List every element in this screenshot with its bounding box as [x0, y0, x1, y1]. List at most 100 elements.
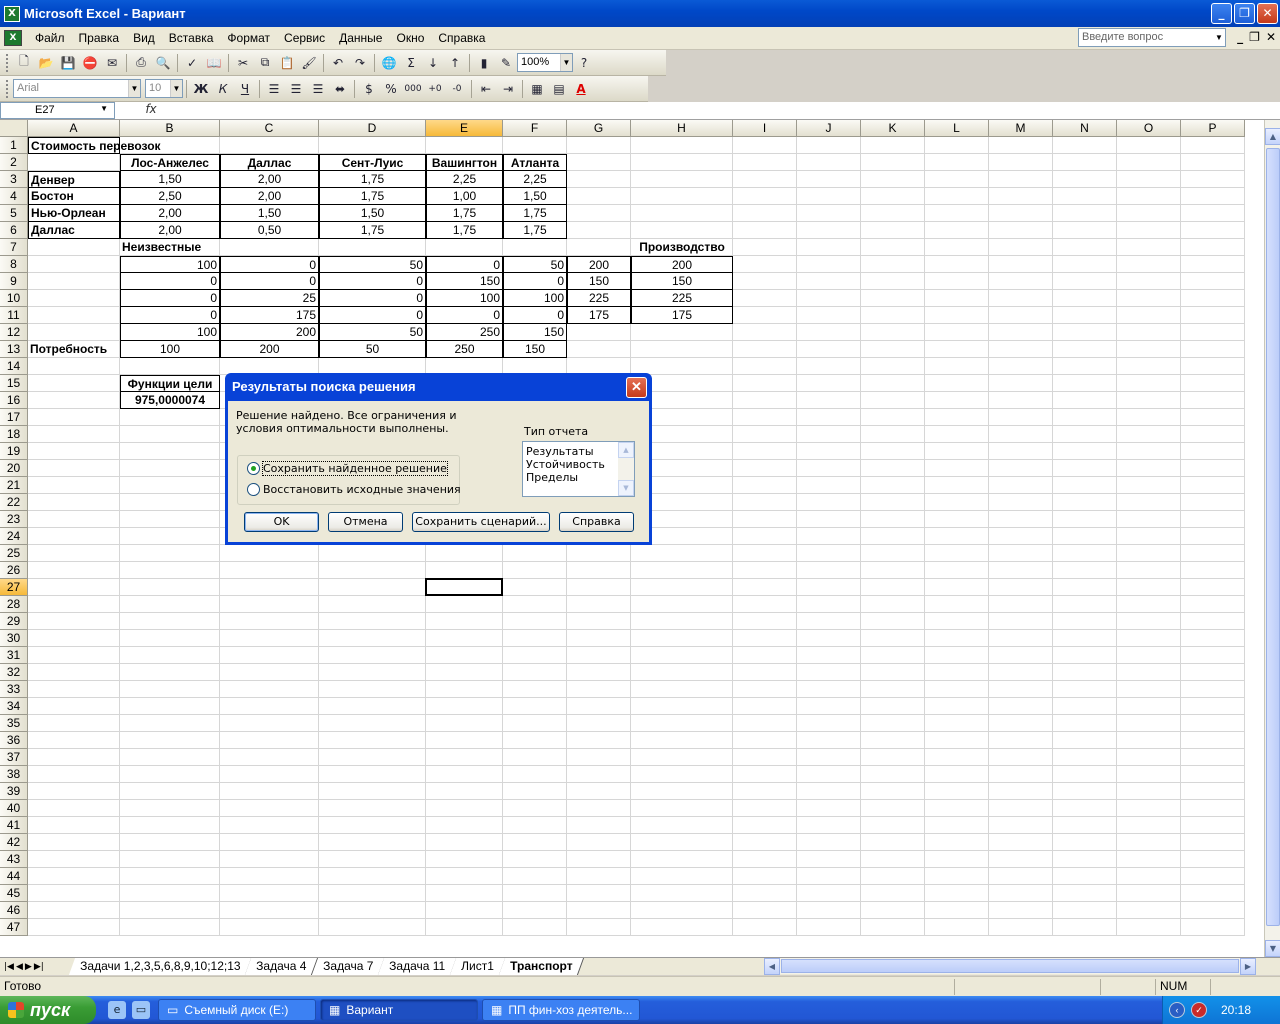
chevron-down-icon[interactable]: ▼ [170, 80, 182, 97]
column-header[interactable]: M [989, 120, 1053, 137]
cell[interactable]: 2,00 [120, 205, 220, 222]
show-desktop-icon[interactable]: ▭ [132, 1001, 150, 1019]
minimize-button[interactable]: _ [1211, 3, 1232, 24]
toolbar-grip[interactable] [6, 53, 9, 72]
cell[interactable]: 225 [631, 290, 733, 307]
cell[interactable]: Вашингтон [426, 154, 503, 171]
cell[interactable]: 2,00 [220, 188, 319, 205]
cell[interactable]: 50 [319, 256, 426, 273]
cell[interactable]: 0 [319, 273, 426, 290]
row-header[interactable]: 20 [0, 460, 28, 477]
cell[interactable]: 0 [426, 256, 503, 273]
scroll-down-icon[interactable]: ▼ [618, 480, 634, 496]
row-header[interactable]: 42 [0, 834, 28, 851]
chevron-down-icon[interactable]: ▼ [560, 54, 572, 71]
cell[interactable]: 0 [120, 290, 220, 307]
list-scrollbar[interactable]: ▲ ▼ [618, 442, 634, 496]
cell[interactable]: 1,75 [426, 222, 503, 239]
row-header[interactable]: 1 [0, 137, 28, 154]
cell[interactable]: Нью-Орлеан [28, 205, 120, 222]
align-right-icon[interactable]: ☰ [308, 79, 328, 99]
column-header[interactable]: H [631, 120, 733, 137]
font-size-select[interactable]: 10 ▼ [145, 79, 183, 98]
cell[interactable]: 0 [220, 256, 319, 273]
row-header[interactable]: 24 [0, 528, 28, 545]
keep-solution-radio[interactable]: Сохранить найденное решение [247, 461, 448, 476]
scroll-down-icon[interactable]: ▼ [1265, 940, 1280, 957]
row-header[interactable]: 35 [0, 715, 28, 732]
cell[interactable]: 2,00 [120, 222, 220, 239]
column-header[interactable]: B [120, 120, 220, 137]
column-header[interactable]: J [797, 120, 861, 137]
cell[interactable]: 1,75 [319, 222, 426, 239]
chevron-left-icon[interactable]: ‹ [1169, 1002, 1185, 1018]
cell[interactable]: 200 [631, 256, 733, 273]
cell[interactable]: 150 [503, 324, 567, 341]
menu-file[interactable]: Файл [28, 31, 72, 45]
column-header[interactable]: L [925, 120, 989, 137]
autosum-icon[interactable]: Σ [401, 53, 421, 73]
task-variant[interactable]: ▦ Вариант [320, 999, 478, 1021]
row-header[interactable]: 34 [0, 698, 28, 715]
internet-explorer-icon[interactable]: e [108, 1001, 126, 1019]
percent-icon[interactable]: % [381, 79, 401, 99]
row-header[interactable]: 29 [0, 613, 28, 630]
cell[interactable]: 250 [426, 341, 503, 358]
chart-wizard-icon[interactable]: ▮ [474, 53, 494, 73]
cell[interactable]: 100 [120, 256, 220, 273]
cell[interactable]: 0 [120, 307, 220, 324]
cell[interactable]: Сент-Луис [319, 154, 426, 171]
report-type-list[interactable]: Результаты Устойчивость Пределы ▲ ▼ [522, 441, 635, 497]
cut-icon[interactable]: ✂ [233, 53, 253, 73]
cell[interactable]: 100 [503, 290, 567, 307]
cell[interactable]: Лос-Анжелес [120, 154, 220, 171]
row-header[interactable]: 21 [0, 477, 28, 494]
restore-values-radio[interactable]: Восстановить исходные значения [247, 483, 461, 496]
help-icon[interactable]: ? [574, 53, 594, 73]
cell[interactable]: 1,75 [319, 188, 426, 205]
cell[interactable]: 150 [567, 273, 631, 290]
row-header[interactable]: 36 [0, 732, 28, 749]
prev-sheet-icon[interactable]: ◀ [16, 962, 23, 972]
row-header[interactable]: 27 [0, 579, 28, 596]
chevron-down-icon[interactable]: ▼ [100, 104, 108, 113]
new-icon[interactable]: 🗋 [14, 53, 34, 73]
row-header[interactable]: 37 [0, 749, 28, 766]
row-header[interactable]: 18 [0, 426, 28, 443]
row-header[interactable]: 41 [0, 817, 28, 834]
cell[interactable]: 1,75 [503, 222, 567, 239]
row-header[interactable]: 11 [0, 307, 28, 324]
row-header[interactable]: 33 [0, 681, 28, 698]
toolbar-grip[interactable] [6, 79, 9, 98]
decrease-indent-icon[interactable]: ⇤ [476, 79, 496, 99]
help-question-input[interactable]: Введите вопрос ▼ [1078, 28, 1226, 47]
cell[interactable]: 1,50 [319, 205, 426, 222]
cell[interactable]: 225 [567, 290, 631, 307]
column-header[interactable]: I [733, 120, 797, 137]
row-header[interactable]: 25 [0, 545, 28, 562]
active-cell[interactable] [425, 578, 503, 596]
restore-button[interactable]: ❐ [1234, 3, 1255, 24]
save-icon[interactable]: 💾 [58, 53, 78, 73]
workbook-restore-icon[interactable]: ❐ [1249, 30, 1260, 44]
cell[interactable]: 50 [503, 256, 567, 273]
row-header[interactable]: 5 [0, 205, 28, 222]
menu-insert[interactable]: Вставка [162, 31, 221, 45]
column-header[interactable]: C [220, 120, 319, 137]
cell[interactable]: 1,00 [426, 188, 503, 205]
cell[interactable]: 1,75 [503, 205, 567, 222]
cell[interactable]: 150 [426, 273, 503, 290]
row-header[interactable]: 39 [0, 783, 28, 800]
row-header[interactable]: 6 [0, 222, 28, 239]
cell[interactable]: 200 [567, 256, 631, 273]
row-header[interactable]: 12 [0, 324, 28, 341]
column-header[interactable]: O [1117, 120, 1181, 137]
cell[interactable]: Атланта [503, 154, 567, 171]
tab-sheet[interactable]: Задача 4 [245, 958, 319, 975]
first-sheet-icon[interactable]: |◀ [4, 962, 14, 972]
cell[interactable]: 1,50 [120, 171, 220, 188]
row-header[interactable]: 26 [0, 562, 28, 579]
spelling-icon[interactable]: ✓ [182, 53, 202, 73]
cell[interactable]: 1,75 [319, 171, 426, 188]
row-header[interactable]: 43 [0, 851, 28, 868]
